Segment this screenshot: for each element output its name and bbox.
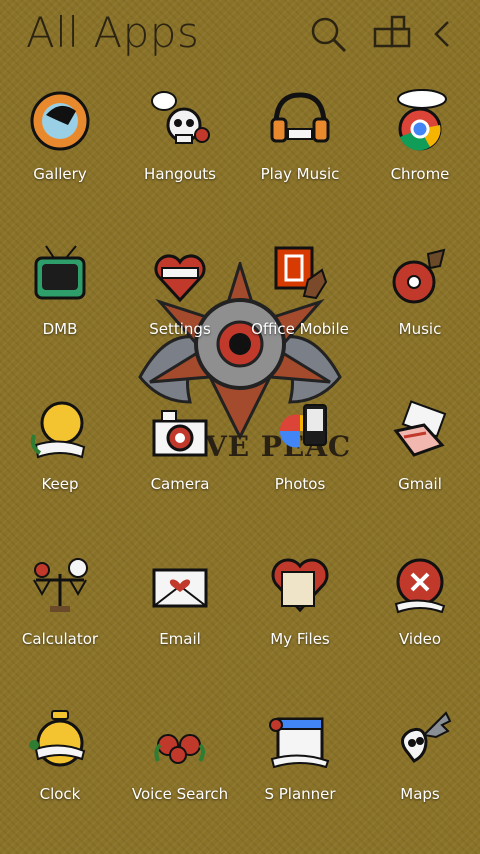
- chrome-icon: [384, 85, 456, 157]
- my-files-icon: [264, 550, 336, 622]
- app-gallery[interactable]: Gallery: [0, 85, 120, 205]
- app-label: DMB: [42, 320, 78, 338]
- hangouts-icon: [144, 85, 216, 157]
- search-icon[interactable]: [308, 14, 348, 54]
- app-label: Video: [398, 630, 442, 648]
- app-dmb[interactable]: DMB: [0, 240, 120, 360]
- app-label: S Planner: [264, 785, 336, 803]
- app-office-mobile[interactable]: Office Mobile: [240, 240, 360, 360]
- maps-icon: [384, 705, 456, 777]
- dmb-icon: [24, 240, 96, 312]
- gallery-icon: [24, 85, 96, 157]
- music-icon: [384, 240, 456, 312]
- app-label: Office Mobile: [251, 320, 349, 338]
- app-play-music[interactable]: Play Music: [240, 85, 360, 205]
- app-my-files[interactable]: My Files: [240, 550, 360, 670]
- app-calculator[interactable]: Calculator: [0, 550, 120, 670]
- app-label: Voice Search: [131, 785, 229, 803]
- app-clock[interactable]: Clock: [0, 705, 120, 825]
- app-label: Clock: [39, 785, 81, 803]
- app-label: Gmail: [398, 475, 442, 493]
- calculator-icon: [24, 550, 96, 622]
- app-label: Photos: [274, 475, 326, 493]
- settings-icon: [144, 240, 216, 312]
- app-camera[interactable]: Camera: [120, 395, 240, 515]
- clock-icon: [24, 705, 96, 777]
- keep-icon: [24, 395, 96, 467]
- app-label: Gallery: [33, 165, 87, 183]
- app-settings[interactable]: Settings: [120, 240, 240, 360]
- chevron-left-icon[interactable]: [428, 14, 458, 54]
- play-music-icon: [264, 85, 336, 157]
- app-email[interactable]: Email: [120, 550, 240, 670]
- grid-icon[interactable]: [372, 14, 412, 54]
- app-label: Chrome: [390, 165, 450, 183]
- app-label: Hangouts: [144, 165, 216, 183]
- app-label: Calculator: [21, 630, 99, 648]
- app-label: Maps: [400, 785, 440, 803]
- app-voice-search[interactable]: Voice Search: [120, 705, 240, 825]
- email-icon: [144, 550, 216, 622]
- gmail-icon: [384, 395, 456, 467]
- app-label: Settings: [149, 320, 211, 338]
- app-gmail[interactable]: Gmail: [360, 395, 480, 515]
- app-label: Keep: [41, 475, 79, 493]
- s-planner-icon: [264, 705, 336, 777]
- app-label: Email: [159, 630, 201, 648]
- app-maps[interactable]: Maps: [360, 705, 480, 825]
- app-drawer-header: All Apps: [0, 0, 480, 70]
- office-mobile-icon: [264, 240, 336, 312]
- app-label: Camera: [150, 475, 210, 493]
- app-hangouts[interactable]: Hangouts: [120, 85, 240, 205]
- app-label: My Files: [270, 630, 330, 648]
- app-photos[interactable]: Photos: [240, 395, 360, 515]
- video-icon: [384, 550, 456, 622]
- app-s-planner[interactable]: S Planner: [240, 705, 360, 825]
- camera-icon: [144, 395, 216, 467]
- app-chrome[interactable]: Chrome: [360, 85, 480, 205]
- app-music[interactable]: Music: [360, 240, 480, 360]
- app-label: Music: [398, 320, 442, 338]
- app-keep[interactable]: Keep: [0, 395, 120, 515]
- photos-icon: [264, 395, 336, 467]
- page-title: All Apps: [26, 8, 200, 57]
- voice-search-icon: [144, 705, 216, 777]
- app-video[interactable]: Video: [360, 550, 480, 670]
- app-label: Play Music: [260, 165, 340, 183]
